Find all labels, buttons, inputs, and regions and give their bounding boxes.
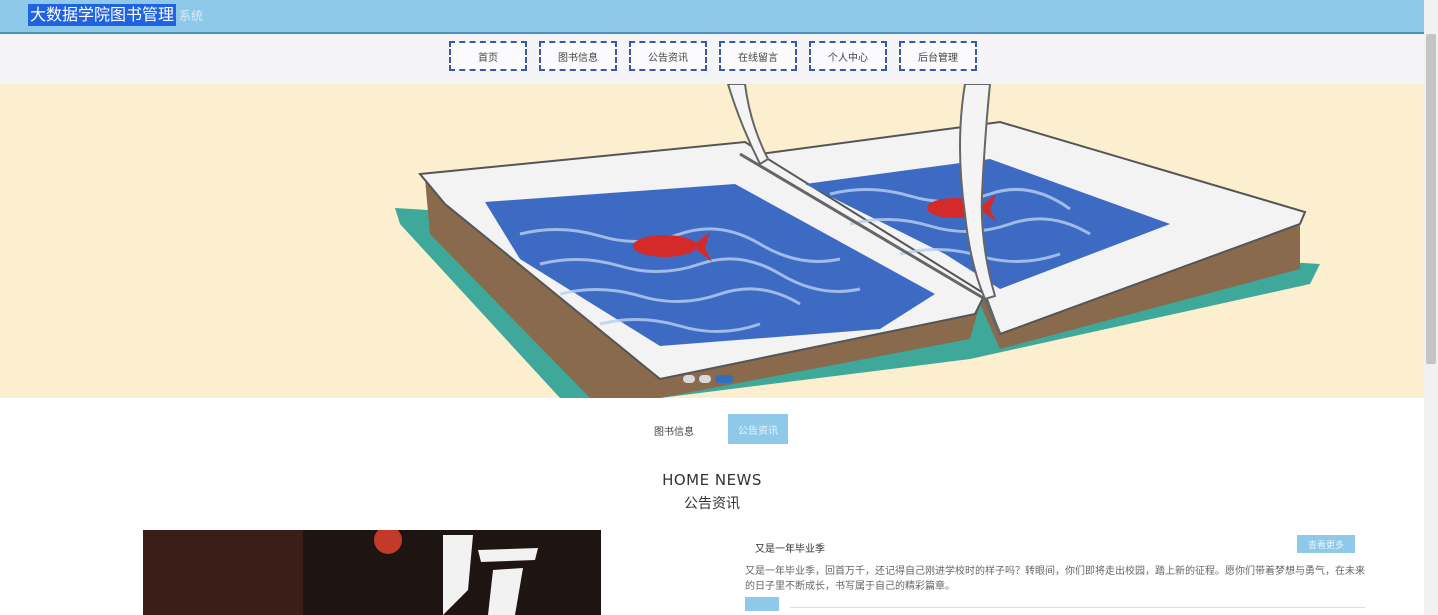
top-bar: 大数据学院图书管理 系统 <box>0 0 1424 34</box>
nav-item-profile[interactable]: 个人中心 <box>809 41 887 71</box>
news-heading-en: HOME NEWS <box>662 471 762 489</box>
site-title-wrap: 大数据学院图书管理 系统 <box>28 4 203 26</box>
news-date-tag <box>745 597 779 611</box>
carousel-indicators <box>683 375 737 383</box>
site-title[interactable]: 大数据学院图书管理 <box>28 4 177 26</box>
news-more-button[interactable]: 查看更多 <box>1297 535 1355 553</box>
carousel-dot-2[interactable] <box>699 375 711 383</box>
nav-item-home[interactable]: 首页 <box>449 41 527 71</box>
nav-item-messages[interactable]: 在线留言 <box>719 41 797 71</box>
nav-item-admin[interactable]: 后台管理 <box>899 41 977 71</box>
hero-banner[interactable] <box>0 84 1424 398</box>
main-nav: 首页 图书信息 公告资讯 在线留言 个人中心 后台管理 <box>0 34 1424 84</box>
news-item-summary: 又是一年毕业季，回首万千，还记得自己刚进学校时的样子吗？转眼间，你们即将走出校园… <box>745 566 1365 592</box>
tab-books[interactable]: 图书信息 <box>654 423 694 438</box>
carousel-dot-1[interactable] <box>683 375 695 383</box>
site-title-suffix: 系统 <box>179 8 204 23</box>
section-tabs: 图书信息 公告资讯 <box>654 414 788 444</box>
news-heading-zh: 公告资讯 <box>684 496 740 512</box>
news-item-title[interactable]: 又是一年毕业季 <box>755 540 825 555</box>
news-image <box>143 530 601 615</box>
scrollbar-thumb[interactable] <box>1426 34 1436 364</box>
open-book-illustration <box>395 84 1320 398</box>
news-thumbnail[interactable] <box>143 530 601 615</box>
carousel-dot-3[interactable] <box>715 375 733 383</box>
nav-item-books[interactable]: 图书信息 <box>539 41 617 71</box>
nav-item-announcements[interactable]: 公告资讯 <box>629 41 707 71</box>
news-divider <box>790 607 1365 608</box>
tab-announcements[interactable]: 公告资讯 <box>728 414 788 444</box>
page-scrollbar[interactable] <box>1424 0 1438 615</box>
